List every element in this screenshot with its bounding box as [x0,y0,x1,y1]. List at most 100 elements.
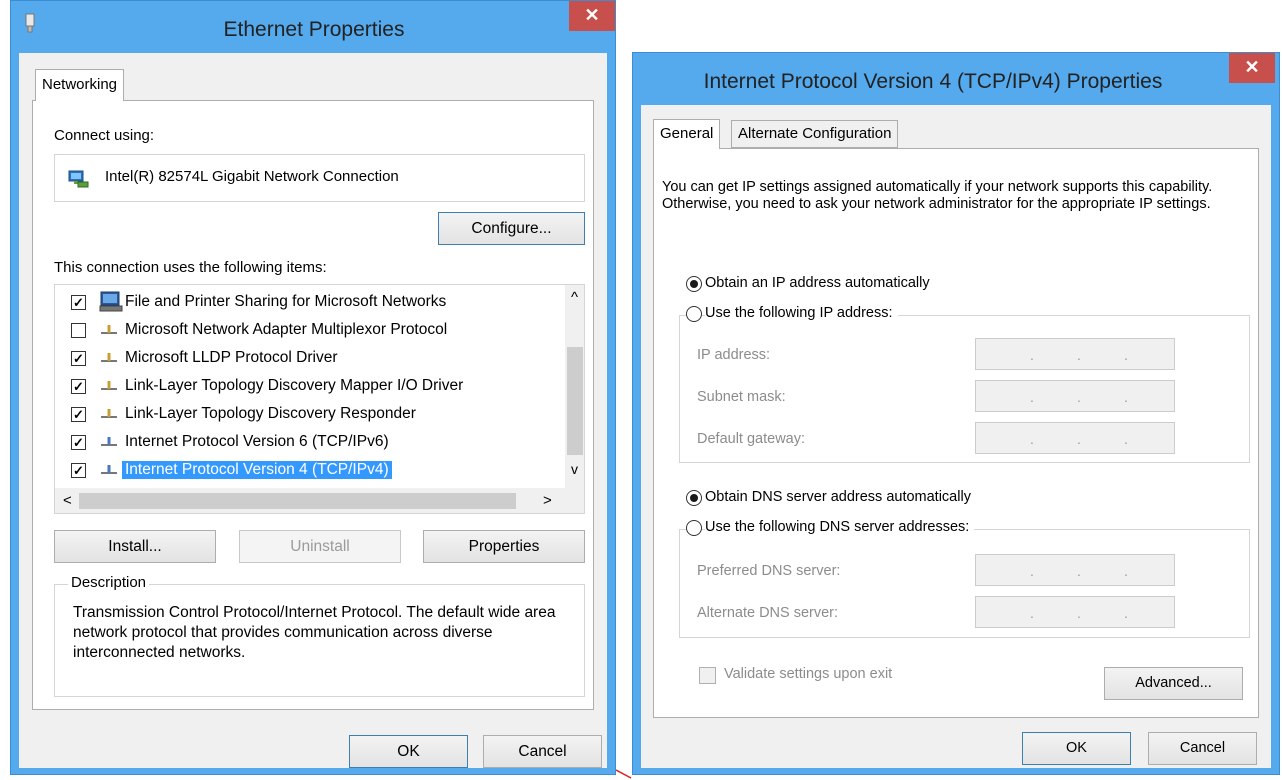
use-following-ip-label[interactable]: Use the following IP address: [705,305,898,321]
dialog-body: General Alternate Configuration You can … [641,105,1271,768]
obtain-ip-auto-label[interactable]: Obtain an IP address automatically [705,275,930,291]
description-label: Description [68,574,150,591]
network-adapter-icon [68,170,89,188]
preferred-dns-field[interactable]: . . . [975,554,1175,586]
adapter-name: Intel(R) 82574L Gigabit Network Connecti… [105,168,399,185]
item-checkbox[interactable]: ✓ [71,463,86,478]
ethernet-properties-window: Ethernet Properties ✕ Networking Connect… [10,0,616,775]
ip-dot: . [1030,347,1034,363]
title-bar[interactable]: Ethernet Properties ✕ [11,1,615,53]
list-item[interactable]: Microsoft Network Adapter Multiplexor Pr… [55,317,565,345]
item-label: Link-Layer Topology Discovery Responder [125,405,416,422]
scroll-left-icon[interactable]: < [63,492,72,509]
title-bar[interactable]: Internet Protocol Version 4 (TCP/IPv4) P… [633,53,1279,105]
alternate-dns-label: Alternate DNS server: [697,605,839,621]
window-title: Internet Protocol Version 4 (TCP/IPv4) P… [703,70,1163,93]
list-item[interactable]: ✓ Link-Layer Topology Discovery Responde… [55,401,565,429]
ip-dot: . [1124,347,1128,363]
item-checkbox[interactable]: ✓ [71,407,86,422]
protocol-icon [101,325,117,334]
items-list: ✓ File and Printer Sharing for Microsoft… [54,284,585,514]
default-gateway-field[interactable]: . . . [975,422,1175,454]
list-item[interactable]: ✓ Link-Layer Topology Discovery Mapper I… [55,373,565,401]
cancel-button[interactable]: Cancel [1148,732,1257,765]
install-button[interactable]: Install... [54,530,216,563]
list-item[interactable]: ✓ File and Printer Sharing for Microsoft… [55,289,565,317]
item-label: Internet Protocol Version 6 (TCP/IPv6) [125,433,389,450]
validate-checkbox[interactable] [699,667,716,684]
networking-tab-page: Connect using: Intel(R) 82574L Gigabit N… [32,100,594,710]
subnet-mask-field[interactable]: . . . [975,380,1175,412]
close-button[interactable]: ✕ [569,1,615,31]
protocol-icon [101,381,117,390]
ip-dot: . [1077,347,1081,363]
list-item[interactable]: ✓ Internet Protocol Version 6 (TCP/IPv6) [55,429,565,457]
tab-alternate-configuration[interactable]: Alternate Configuration [731,120,899,148]
use-following-dns-label[interactable]: Use the following DNS server addresses: [705,519,975,535]
list-item-selected[interactable]: ✓ Internet Protocol Version 4 (TCP/IPv4) [55,457,565,485]
item-checkbox[interactable]: ✓ [71,435,86,450]
scroll-up-icon[interactable]: ^ [571,289,578,306]
protocol-icon [101,437,117,446]
item-checkbox[interactable] [71,323,86,338]
subnet-mask-label: Subnet mask: [697,389,786,405]
ip-dot: . [1077,605,1081,621]
ip-dot: . [1124,389,1128,405]
vertical-scrollbar[interactable]: ^ v [565,285,584,488]
tab-general[interactable]: General [653,119,721,149]
cancel-button[interactable]: Cancel [483,735,602,768]
advanced-button[interactable]: Advanced... [1104,667,1243,700]
item-label: File and Printer Sharing for Microsoft N… [125,293,447,310]
use-following-dns-radio[interactable] [686,520,702,536]
ip-dot: . [1077,431,1081,447]
scroll-thumb[interactable] [567,347,583,455]
horizontal-scrollbar[interactable]: < > [55,488,584,513]
item-checkbox[interactable]: ✓ [71,295,86,310]
ip-address-field[interactable]: . . . [975,338,1175,370]
obtain-ip-auto-radio[interactable] [686,276,702,292]
properties-button[interactable]: Properties [423,530,585,563]
configure-button[interactable]: Configure... [438,212,585,245]
ip-dot: . [1077,389,1081,405]
uninstall-button[interactable]: Uninstall [239,530,401,563]
scroll-right-icon[interactable]: > [543,492,552,509]
obtain-dns-auto-radio[interactable] [686,490,702,506]
ip-address-label: IP address: [697,347,771,363]
ip-dot: . [1030,431,1034,447]
connect-using-label: Connect using: [54,127,155,144]
item-label: Microsoft Network Adapter Multiplexor Pr… [125,321,448,338]
item-label: Internet Protocol Version 4 (TCP/IPv4) [122,461,392,479]
default-gateway-label: Default gateway: [697,431,806,447]
ip-dot: . [1124,431,1128,447]
computer-icon [99,291,123,312]
dialog-body: Networking Connect using: Intel(R) 82574… [19,53,607,768]
window-title: Ethernet Properties [223,18,405,41]
validate-label: Validate settings upon exit [724,666,893,682]
scroll-down-icon[interactable]: v [571,461,578,477]
ok-button[interactable]: OK [349,735,468,768]
item-checkbox[interactable]: ✓ [71,379,86,394]
obtain-dns-auto-label[interactable]: Obtain DNS server address automatically [705,489,971,505]
item-checkbox[interactable]: ✓ [71,351,86,366]
list-item[interactable]: ✓ Microsoft LLDP Protocol Driver [55,345,565,373]
ip-dot: . [1077,563,1081,579]
scroll-thumb[interactable] [79,493,516,509]
intro-text: You can get IP settings assigned automat… [662,179,1213,212]
tab-networking[interactable]: Networking [35,69,125,101]
general-tab-page: You can get IP settings assigned automat… [653,148,1259,718]
ok-button[interactable]: OK [1022,732,1131,765]
adapter-box: Intel(R) 82574L Gigabit Network Connecti… [54,154,585,202]
ip-dot: . [1030,605,1034,621]
item-label: Link-Layer Topology Discovery Mapper I/O… [125,377,464,394]
pointer-arrow-icon [616,769,632,779]
protocol-icon [101,409,117,418]
preferred-dns-label: Preferred DNS server: [697,563,841,579]
ip-dot: . [1124,563,1128,579]
alternate-dns-field[interactable]: . . . [975,596,1175,628]
ip-dot: . [1030,389,1034,405]
description-group: Description Transmission Control Protoco… [54,574,585,697]
close-button[interactable]: ✕ [1229,53,1275,83]
use-following-ip-radio[interactable] [686,306,702,322]
ipv4-properties-window: Internet Protocol Version 4 (TCP/IPv4) P… [632,52,1280,775]
protocol-icon [101,353,117,362]
